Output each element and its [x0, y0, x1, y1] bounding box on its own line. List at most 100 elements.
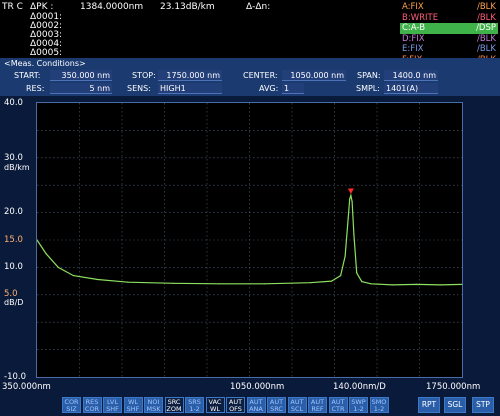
peak-marker-icon	[347, 188, 354, 194]
trace-row[interactable]: A:FIX/BLK	[400, 2, 498, 13]
trace-mode: /BLK	[476, 44, 496, 55]
trace-point	[347, 217, 349, 219]
trace-point	[340, 275, 342, 277]
x-center: 1050.000nm	[230, 382, 285, 392]
function-button[interactable]: SRC ZOM	[164, 397, 184, 413]
trace-mode: /BLK	[476, 2, 496, 12]
delta-label: Δ-Δn:	[246, 2, 271, 12]
trace-row[interactable]: E:FIX/BLK	[400, 44, 498, 55]
trace-row[interactable]: C:A-B/DSP	[400, 23, 498, 34]
trace-point	[330, 280, 333, 282]
function-button-label: ANA	[249, 405, 263, 413]
chart-svg	[37, 103, 462, 377]
trace-row[interactable]: B:WRITE/BLK	[400, 13, 498, 24]
start-label: START:	[14, 71, 41, 80]
smpl-value[interactable]: 1401(A)	[384, 83, 438, 94]
res-label: RES:	[26, 84, 45, 93]
trace-row[interactable]: D:FIX/BLK	[400, 34, 498, 45]
smpl-label: SMPL:	[356, 84, 380, 93]
avg-label: AVG:	[259, 84, 279, 93]
marker-label-peak: ΔPK :	[30, 2, 54, 12]
trace-point	[391, 284, 393, 286]
trace-point	[350, 194, 352, 196]
span-value[interactable]: 1400.0 nm	[384, 70, 438, 81]
function-button[interactable]: AUT OFS	[226, 397, 245, 413]
trace-point	[361, 281, 363, 283]
function-button-label: SRC	[270, 405, 283, 413]
trace-point	[309, 282, 311, 284]
function-button[interactable]: SMO 1-2	[369, 397, 389, 413]
function-button[interactable]: NOI MSK	[144, 397, 163, 413]
start-value[interactable]: 350.000 nm	[50, 70, 112, 81]
peak-level: 23.13dB/km	[160, 2, 215, 12]
trace-mode: /DSP	[476, 23, 496, 34]
function-button-label: CTR	[331, 405, 345, 413]
function-button-label: SIZ	[66, 405, 77, 413]
function-button-label: MSK	[146, 405, 161, 413]
trace-point	[344, 255, 346, 257]
stop-sweep-button[interactable]: STP	[472, 397, 494, 413]
span-label: SPAN:	[357, 71, 381, 80]
y-tick-20: 20.0	[4, 207, 23, 217]
spectrum-plot[interactable]	[36, 102, 463, 378]
y-tick-15: 15.0	[4, 235, 23, 245]
function-button-label: ZOM	[166, 405, 182, 413]
sens-label: SENS:	[127, 84, 151, 93]
conditions-title: <Meas. Conditions>	[4, 59, 86, 68]
function-button-label: SCL	[290, 405, 304, 413]
measurement-conditions: <Meas. Conditions> START: 350.000 nm STO…	[0, 58, 500, 96]
function-button-bar: RPT SGL STP COR SIZ RES COR LVL SHF WL SHF NOI MS…	[0, 394, 500, 416]
trace-point	[72, 275, 74, 277]
function-button-label: COR	[84, 405, 100, 413]
trace-point	[349, 198, 351, 200]
res-value[interactable]: 5 nm	[50, 83, 112, 94]
y-tick-40: 40.0	[4, 98, 23, 108]
function-button[interactable]: COR SIZ	[62, 397, 81, 413]
x-per-div: 140.00nm/D	[333, 382, 386, 392]
x-axis: 350.000nm 1050.000nm 140.00nm/D 1750.000…	[0, 381, 500, 394]
marker-readout-area: TR C ΔPK : Δ0001: Δ0002: Δ0003: Δ0004: Δ…	[0, 0, 500, 76]
function-button-label: SHF	[106, 405, 119, 413]
center-value[interactable]: 1050.000 nm	[282, 70, 346, 81]
function-button-label: 1-2	[373, 405, 385, 413]
trace-point	[127, 281, 129, 283]
trace-point	[97, 278, 99, 281]
function-button[interactable]: AUT ANA	[246, 397, 266, 413]
avg-value[interactable]: 1	[282, 83, 304, 94]
trace-point	[45, 253, 47, 255]
trace-mode: /BLK	[476, 33, 496, 44]
trace-point	[370, 283, 372, 285]
trace-mode: /BLK	[476, 12, 496, 23]
trace-point	[351, 201, 353, 203]
sens-value[interactable]: HIGH1	[158, 83, 222, 94]
function-button[interactable]: VAC WL	[205, 397, 225, 413]
function-button[interactable]: AUT SRC	[267, 397, 286, 413]
function-button-label: OFS	[229, 405, 242, 413]
peak-wavelength: 1384.0000nm	[80, 2, 144, 12]
y-tick-30: 30.0	[4, 153, 23, 163]
function-button[interactable]: AUT SCL	[287, 397, 307, 413]
trace-point	[353, 233, 355, 236]
trace-point	[264, 283, 266, 285]
function-button[interactable]: SWP 1-2	[349, 397, 368, 413]
function-button[interactable]: AUT REF	[308, 397, 327, 413]
function-button[interactable]: WL SHF	[123, 397, 143, 413]
stop-value[interactable]: 1750.000 nm	[158, 70, 222, 81]
y-unit-top: dB/km	[4, 163, 30, 172]
trace-point	[440, 284, 442, 286]
trace-point	[415, 283, 418, 285]
y-unit-div: dB/D	[4, 298, 24, 307]
y-tick-10: 10.0	[4, 262, 23, 272]
function-button[interactable]: AUT CTR	[328, 397, 348, 413]
function-button-label: REF	[311, 405, 324, 413]
trace-name: C:A-B	[402, 23, 426, 34]
trace-point	[173, 282, 175, 284]
repeat-sweep-button[interactable]: RPT	[418, 397, 440, 413]
x-stop: 1750.000nm	[426, 382, 481, 392]
trace-name: D:FIX	[402, 33, 425, 44]
single-sweep-button[interactable]: SGL	[444, 397, 466, 413]
function-button[interactable]: RES COR	[82, 397, 102, 413]
function-button-label: SHF	[126, 405, 140, 413]
function-button[interactable]: SRS 1-2	[185, 397, 204, 413]
function-button[interactable]: LVL SHF	[103, 397, 122, 413]
